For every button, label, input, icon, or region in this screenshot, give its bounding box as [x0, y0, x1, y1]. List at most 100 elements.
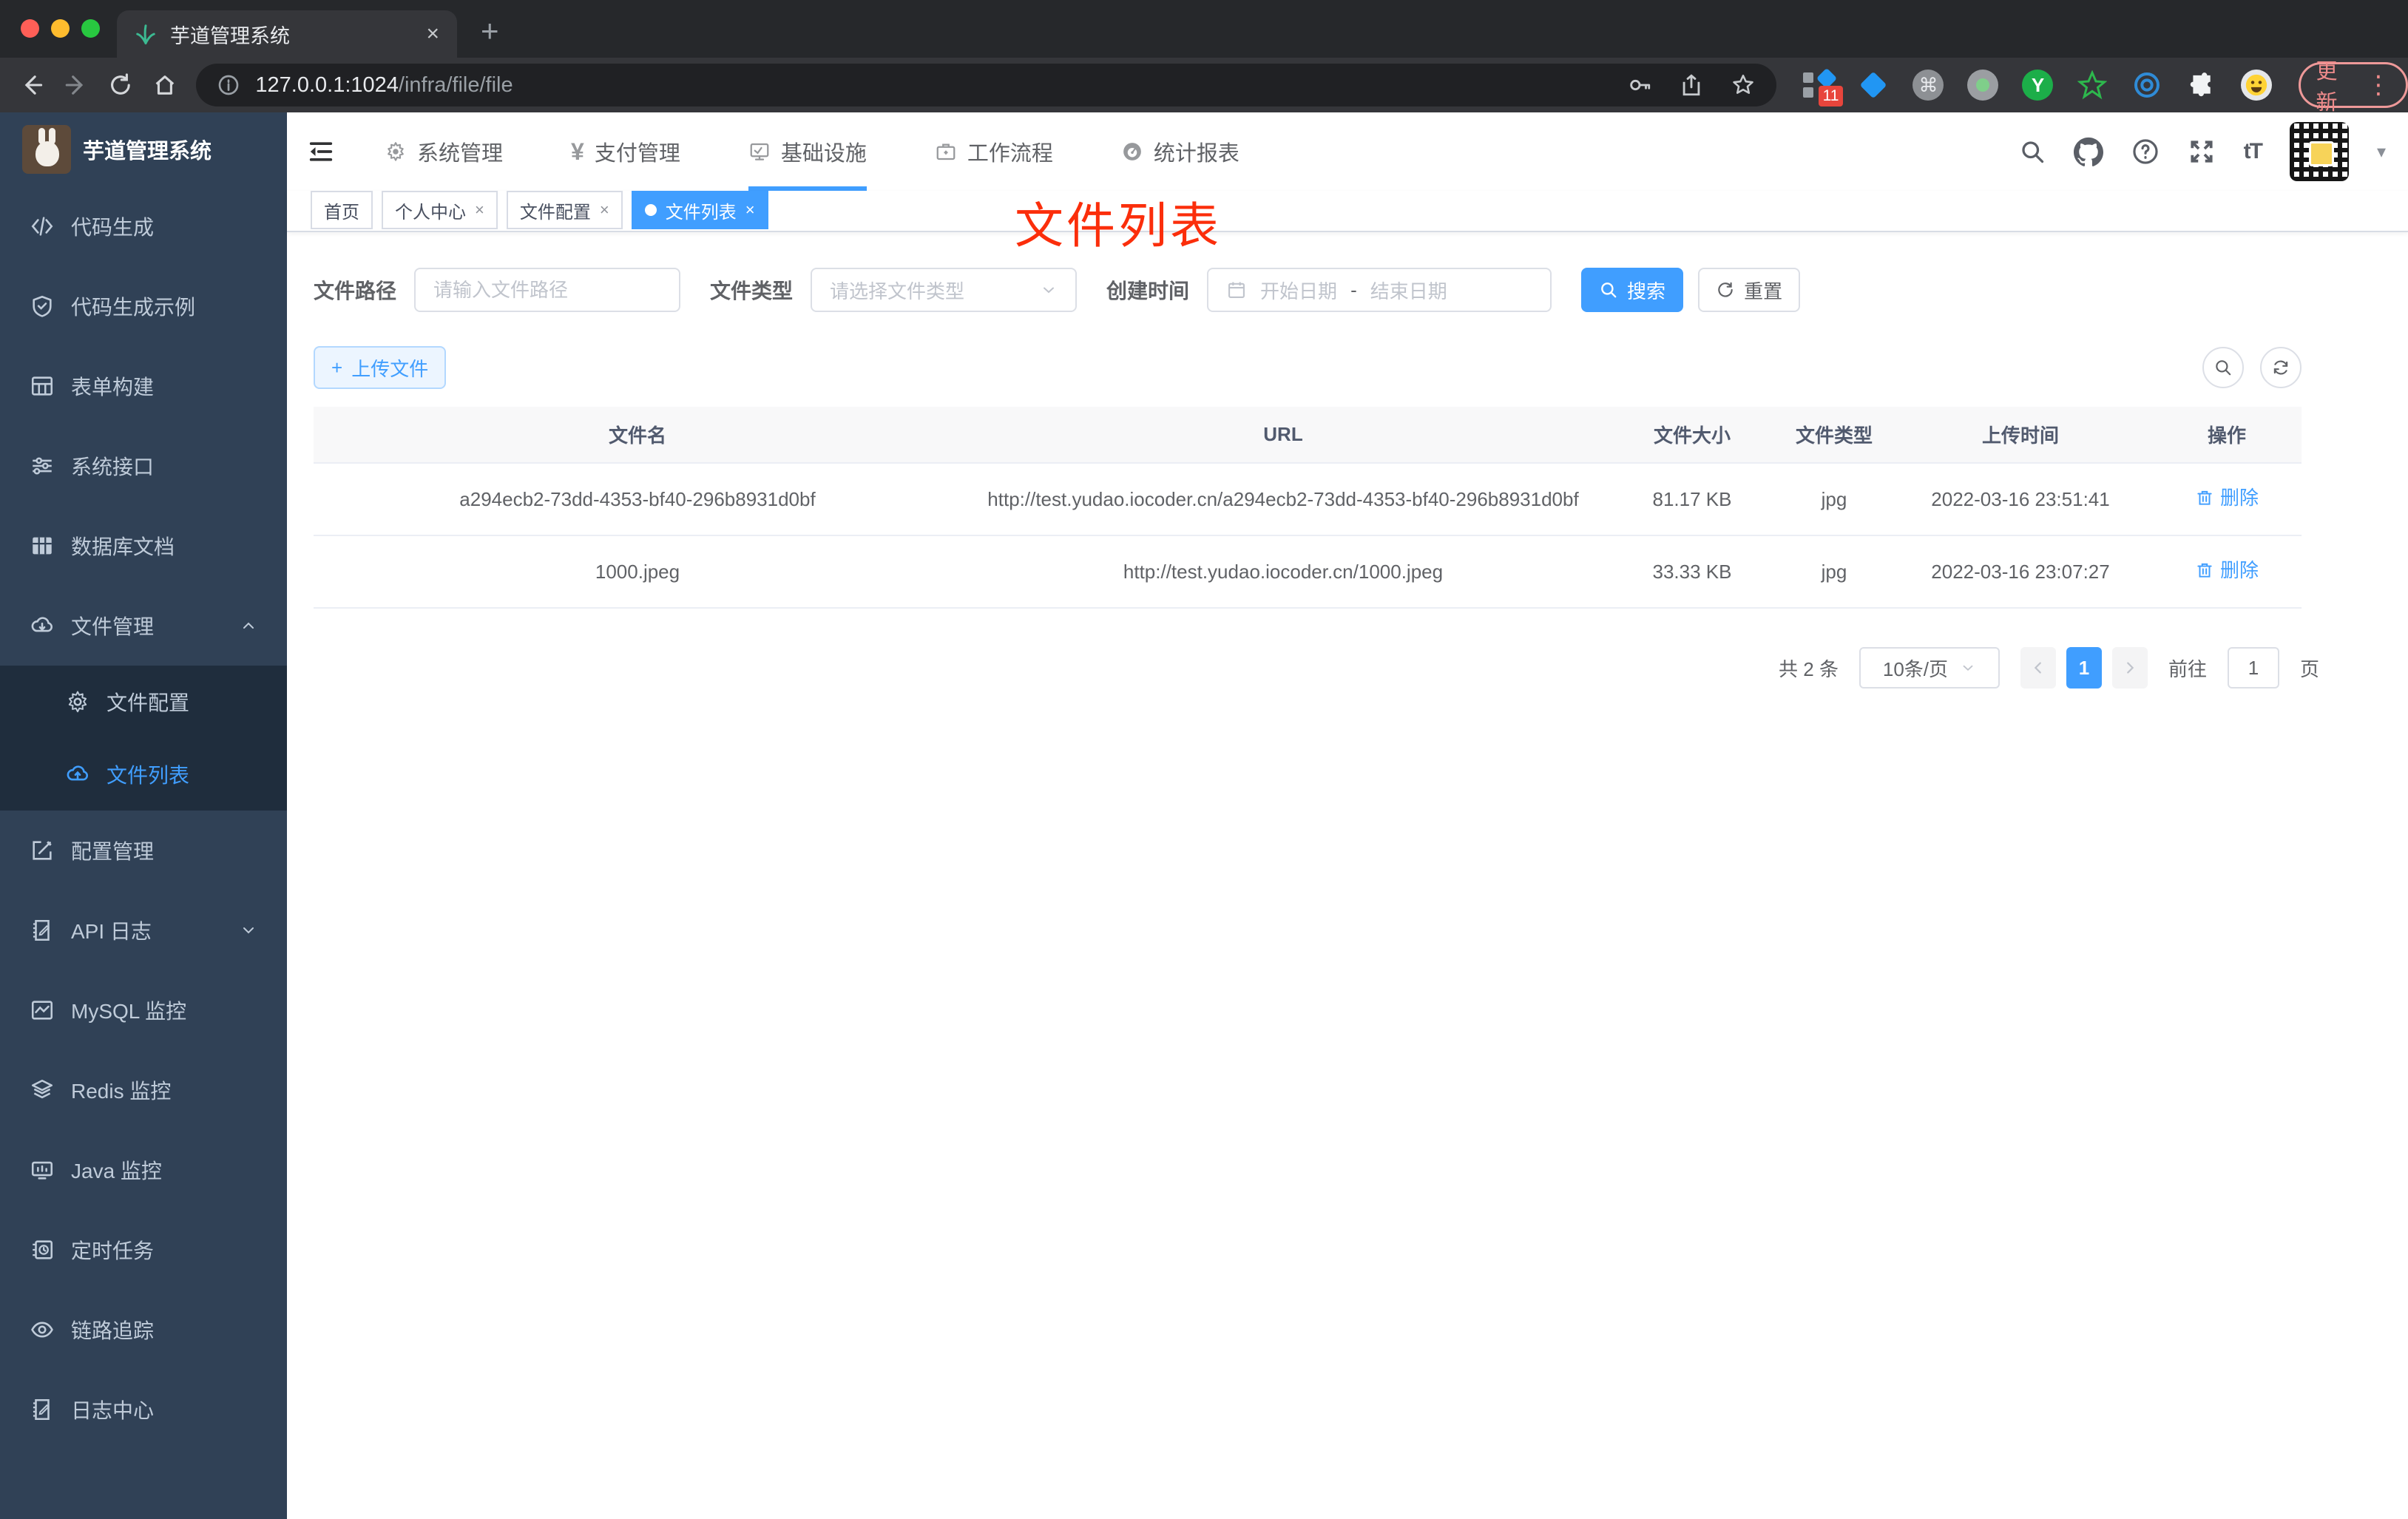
pagination: 共 2 条 10条/页 1 前往 页: [314, 647, 2319, 689]
address-bar[interactable]: 127.0.0.1:1024/infra/file/file: [196, 64, 1777, 106]
nav-payment-management[interactable]: ¥ 支付管理: [571, 112, 680, 191]
extension-kite-icon[interactable]: [1858, 70, 1889, 101]
refresh-table-button[interactable]: [2260, 347, 2302, 388]
tag-file-config[interactable]: 文件配置 ×: [506, 191, 623, 229]
file-path-input[interactable]: [433, 278, 662, 302]
browser-toolbar: 127.0.0.1:1024/infra/file/file 11 ⌘ Y 更新…: [0, 58, 2408, 115]
site-info-icon[interactable]: [217, 73, 240, 97]
sidebar-item-scheduled-tasks[interactable]: 定时任务: [0, 1210, 287, 1290]
avatar[interactable]: [2289, 122, 2349, 181]
extension-command-icon[interactable]: ⌘: [1912, 70, 1944, 101]
browser-update-button[interactable]: 更新 ⋮: [2299, 60, 2408, 115]
share-icon[interactable]: [1679, 72, 1704, 98]
page-size-select[interactable]: 10条/页: [1859, 647, 2000, 689]
date-end-placeholder[interactable]: 结束日期: [1370, 277, 1447, 304]
sidebar-item-system-api[interactable]: 系统接口: [0, 426, 287, 506]
forward-icon[interactable]: [64, 72, 89, 98]
sidebar-item-redis-monitor[interactable]: Redis 监控: [0, 1050, 287, 1130]
nav-system-management[interactable]: 系统管理: [385, 112, 503, 191]
tag-close-icon[interactable]: ×: [745, 200, 755, 220]
delete-button[interactable]: 删除: [2195, 481, 2259, 514]
sidebar-logo[interactable]: 芋道管理系统: [0, 112, 287, 186]
window-maximize-button[interactable]: [81, 19, 100, 38]
cell-url: http://test.yudao.iocoder.cn/a294ecb2-73…: [961, 463, 1605, 536]
sidebar-item-db-doc[interactable]: 数据库文档: [0, 506, 287, 586]
file-type-label: 文件类型: [710, 280, 794, 302]
dashboard-icon: [1123, 143, 1141, 160]
home-icon[interactable]: [152, 72, 177, 98]
avatar-caret-icon[interactable]: ▾: [2377, 141, 2386, 163]
fullscreen-icon[interactable]: [2188, 138, 2216, 166]
top-navigation: 系统管理 ¥ 支付管理 基础设施 工作流程 统计报表: [385, 112, 1239, 191]
window-minimize-button[interactable]: [51, 19, 70, 38]
table-header-row: 文件名 URL 文件大小 文件类型 上传时间 操作: [314, 407, 2302, 464]
browser-tab[interactable]: 芋道管理系统 ×: [117, 10, 457, 58]
cell-file-size: 33.33 KB: [1605, 535, 1779, 609]
upload-file-button[interactable]: + 上传文件: [314, 346, 447, 389]
nav-label: 系统管理: [417, 142, 504, 166]
sidebar-item-form-builder[interactable]: 表单构建: [0, 346, 287, 426]
nav-label: 基础设施: [780, 142, 867, 166]
search-icon: [1601, 283, 1617, 298]
prev-page-button[interactable]: [2020, 647, 2056, 689]
sidebar-item-file-list[interactable]: 文件列表: [0, 738, 287, 811]
window-controls[interactable]: [21, 19, 100, 38]
sidebar-item-java-monitor[interactable]: Java 监控: [0, 1130, 287, 1210]
goto-page-input[interactable]: [2227, 647, 2279, 689]
table-row: a294ecb2-73dd-4353-bf40-296b8931d0bf htt…: [314, 463, 2302, 536]
delete-button[interactable]: 删除: [2195, 554, 2259, 586]
sidebar-item-mysql-monitor[interactable]: MySQL 监控: [0, 970, 287, 1050]
file-type-select[interactable]: 请选择文件类型: [811, 268, 1078, 312]
sidebar-item-file-management[interactable]: 文件管理: [0, 586, 287, 666]
new-tab-button[interactable]: +: [481, 13, 499, 49]
nav-label: 支付管理: [594, 142, 680, 166]
briefcase-icon: [936, 143, 956, 160]
tab-close-icon[interactable]: ×: [426, 21, 439, 47]
search-icon[interactable]: [2019, 138, 2046, 165]
extension-puzzle-icon[interactable]: [2186, 70, 2217, 101]
extension-recorder-icon[interactable]: [1967, 70, 1999, 101]
nav-infrastructure[interactable]: 基础设施: [748, 112, 867, 191]
window-close-button[interactable]: [21, 19, 39, 38]
extension-eye-icon[interactable]: [2131, 70, 2162, 101]
layers-icon: [31, 1079, 53, 1099]
date-range-picker[interactable]: 开始日期 - 结束日期: [1207, 268, 1552, 312]
extension-emoji-icon[interactable]: [2241, 70, 2273, 101]
nav-workflow[interactable]: 工作流程: [935, 112, 1053, 191]
reload-icon[interactable]: [108, 72, 133, 98]
browser-menu-icon[interactable]: ⋮: [2366, 70, 2391, 100]
hamburger-icon[interactable]: [306, 137, 336, 166]
tag-home[interactable]: 首页: [311, 191, 373, 229]
date-start-placeholder[interactable]: 开始日期: [1260, 277, 1337, 304]
next-page-button[interactable]: [2111, 647, 2148, 689]
sidebar: 芋道管理系统 代码生成 代码生成示例 表单构建 系统接口 数据库文档 文件管理: [0, 112, 287, 1519]
extension-star-icon[interactable]: [2077, 70, 2108, 101]
sidebar-item-log-center[interactable]: 日志中心: [0, 1370, 287, 1449]
sidebar-item-code-gen[interactable]: 代码生成: [0, 186, 287, 266]
col-actions: 操作: [2152, 407, 2302, 464]
extension-grid-icon[interactable]: 11: [1803, 67, 1844, 106]
sidebar-item-code-gen-demo[interactable]: 代码生成示例: [0, 266, 287, 346]
tag-close-icon[interactable]: ×: [600, 200, 609, 220]
page-number-1[interactable]: 1: [2066, 647, 2102, 689]
sidebar-item-tracing[interactable]: 链路追踪: [0, 1290, 287, 1370]
toggle-search-button[interactable]: [2202, 347, 2244, 388]
github-icon[interactable]: [2073, 137, 2103, 166]
sidebar-item-api-log[interactable]: API 日志: [0, 890, 287, 970]
calendar-icon: [1228, 282, 1245, 298]
font-size-icon[interactable]: tT: [2244, 139, 2263, 164]
back-icon[interactable]: [19, 72, 44, 98]
tag-file-list[interactable]: 文件列表 ×: [631, 191, 768, 229]
search-button[interactable]: 搜索: [1581, 268, 1684, 312]
password-key-icon[interactable]: [1627, 72, 1652, 98]
sidebar-item-file-config[interactable]: 文件配置: [0, 666, 287, 738]
nav-statistics-report[interactable]: 统计报表: [1121, 112, 1239, 191]
reset-button[interactable]: 重置: [1698, 268, 1801, 312]
sidebar-item-config-management[interactable]: 配置管理: [0, 811, 287, 890]
cell-upload-time: 2022-03-16 23:51:41: [1889, 463, 2152, 536]
tag-close-icon[interactable]: ×: [475, 200, 484, 220]
extension-y-icon[interactable]: Y: [2022, 70, 2054, 101]
tag-profile[interactable]: 个人中心 ×: [382, 191, 498, 229]
bookmark-star-icon[interactable]: [1731, 72, 1756, 98]
help-icon[interactable]: [2131, 138, 2160, 166]
